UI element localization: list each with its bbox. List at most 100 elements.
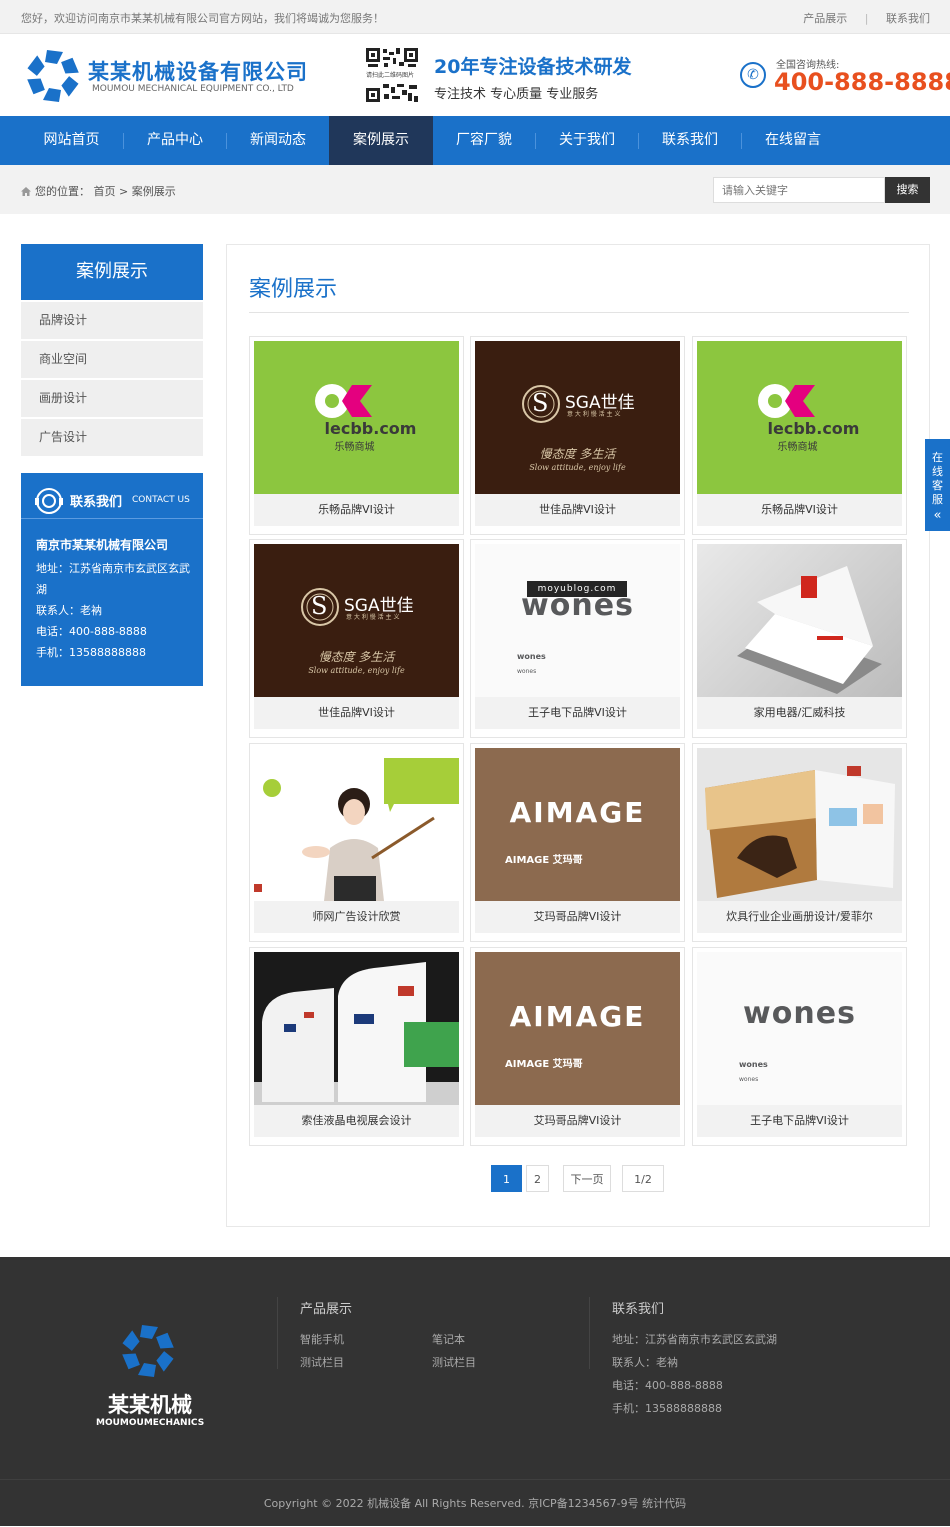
footer-gear-logo-icon <box>122 1325 174 1377</box>
horse-brochure-image <box>697 748 902 901</box>
site-logo[interactable]: 某某机械设备有限公司 MOUMOU MECHANICAL EQUIPMENT C… <box>24 46 324 106</box>
case-thumbnail[interactable]: S SGA世佳意 大 利 慢 活 主 义慢态度 多生活 Slow attitude,… <box>475 341 680 494</box>
case-caption[interactable]: 索佳液晶电视展会设计 <box>254 1105 459 1137</box>
case-thumbnail[interactable]: wones wones wones <box>697 952 902 1105</box>
top-link-contact[interactable]: 联系我们 <box>886 10 930 26</box>
case-caption[interactable]: 乐畅品牌VI设计 <box>254 494 459 526</box>
case-thumbnail[interactable]: lecbb.com 乐畅商城 <box>697 341 902 494</box>
contact-divider <box>21 518 203 519</box>
case-caption[interactable]: 艾玛哥品牌VI设计 <box>475 901 680 933</box>
case-card[interactable]: AIMAGE AIMAGE 艾玛哥 艾玛哥品牌VI设计 <box>470 743 685 942</box>
case-card[interactable]: S SGA世佳意 大 利 慢 活 主 义慢态度 多生活 Slow attitude,… <box>249 539 464 738</box>
sga-sub-text: 意 大 利 慢 活 主 义 <box>567 411 621 418</box>
case-card[interactable]: wones wones wones 王子电下品牌VI设计 <box>470 539 685 738</box>
case-caption[interactable]: 王子电下品牌VI设计 <box>697 1105 902 1137</box>
teacher-ad-image <box>254 748 459 901</box>
case-thumbnail[interactable] <box>254 748 459 901</box>
wones-small-text: wones <box>517 652 546 661</box>
case-thumbnail[interactable] <box>254 952 459 1105</box>
nav-item-contact[interactable]: 联系我们 <box>639 116 741 165</box>
aimage-text: AIMAGE <box>509 796 646 829</box>
wones-logo-image: wones wones wones <box>697 952 902 1105</box>
case-caption[interactable]: 师网广告设计欣赏 <box>254 901 459 933</box>
footer-link-notebook[interactable]: 笔记本 <box>432 1331 465 1347</box>
sidebar-title: 案例展示 <box>21 244 203 300</box>
search-box: 搜索 <box>713 177 930 203</box>
case-caption[interactable]: 家用电器/汇威科技 <box>697 697 902 729</box>
case-caption[interactable]: 乐畅品牌VI设计 <box>697 494 902 526</box>
welcome-text: 您好，欢迎访问南京市某某机械有限公司官方网站，我们将竭诚为您服务！ <box>21 12 384 25</box>
nav-item-home[interactable]: 网站首页 <box>20 116 123 165</box>
booth-image <box>254 952 459 1105</box>
nav-item-message[interactable]: 在线留言 <box>742 116 844 165</box>
contact-mobile: 手机：13588888888 <box>36 646 146 659</box>
qr-caption: 请扫此二维码图片 <box>366 72 415 79</box>
sidebar-item-album[interactable]: 画册设计 <box>21 380 203 417</box>
case-caption[interactable]: 王子电下品牌VI设计 <box>475 697 680 729</box>
nav-item-cases[interactable]: 案例展示 <box>329 116 433 165</box>
qr-code: 请扫此二维码图片 <box>366 48 420 102</box>
footer-link-test[interactable]: 测试栏目 <box>300 1354 344 1370</box>
nav-item-about[interactable]: 关于我们 <box>536 116 638 165</box>
case-card[interactable]: lecbb.com 乐畅商城乐畅品牌VI设计 <box>692 336 907 535</box>
case-card[interactable]: AIMAGE AIMAGE 艾玛哥 艾玛哥品牌VI设计 <box>470 947 685 1146</box>
sidebar-item-space[interactable]: 商业空间 <box>21 341 203 378</box>
case-card[interactable]: 家用电器/汇威科技 <box>692 539 907 738</box>
online-service-tab[interactable]: 在线客服 « <box>925 439 950 531</box>
case-thumbnail[interactable]: AIMAGE AIMAGE 艾玛哥 <box>475 748 680 901</box>
case-card[interactable]: wones wones wones 王子电下品牌VI设计 <box>692 947 907 1146</box>
sidebar-item-brand[interactable]: 品牌设计 <box>21 302 203 339</box>
case-thumbnail[interactable]: wones wones wones <box>475 544 680 697</box>
sidebar-item-ads[interactable]: 广告设计 <box>21 419 203 456</box>
company-name-en: MOUMOU MECHANICAL EQUIPMENT CO., LTD <box>92 84 294 94</box>
contact-address: 地址：江苏省南京市玄武区玄武湖 <box>36 562 190 596</box>
nav-item-news[interactable]: 新闻动态 <box>227 116 329 165</box>
lecbb-logo-image: lecbb.com 乐畅商城 <box>254 341 459 494</box>
next-page-button[interactable]: 下一页 <box>563 1165 611 1192</box>
case-caption[interactable]: 艾玛哥品牌VI设计 <box>475 1105 680 1137</box>
gear-logo-icon <box>27 50 79 102</box>
nav-item-factory[interactable]: 厂容厂貌 <box>433 116 535 165</box>
slogan: 20年专注设备技术研发 专注技术 专心质量 专业服务 <box>434 52 631 102</box>
case-card[interactable]: lecbb.com 乐畅商城 乐畅品牌VI设计 <box>249 336 464 535</box>
case-caption[interactable]: 世佳品牌VI设计 <box>475 494 680 526</box>
page-1-button[interactable]: 1 <box>491 1165 522 1192</box>
case-thumbnail[interactable] <box>697 544 902 697</box>
wones-logo-image: wones wones wones <box>475 544 680 697</box>
lecbb-logo-image: lecbb.com 乐畅商城 <box>697 341 902 494</box>
sga-logo-image: S SGA世佳意 大 利 慢 活 主 义慢态度 多生活 Slow attitude,… <box>254 544 459 697</box>
search-button[interactable]: 搜索 <box>885 177 930 203</box>
lecbb-cn-text: 乐畅商城 <box>334 442 375 453</box>
case-caption[interactable]: 世佳品牌VI设计 <box>254 697 459 729</box>
top-link-separator: | <box>864 12 869 25</box>
nav-item-products[interactable]: 产品中心 <box>124 116 226 165</box>
breadcrumb: 您的位置： 首页 > 案例展示 <box>21 183 176 199</box>
footer-divider <box>589 1297 590 1369</box>
footer-mobile: 手机：13588888888 <box>612 1402 722 1415</box>
search-input[interactable] <box>713 177 885 203</box>
case-card[interactable]: S SGA世佳意 大 利 慢 活 主 义慢态度 多生活 Slow attitude,… <box>470 336 685 535</box>
case-card[interactable]: 师网广告设计欣赏 <box>249 743 464 942</box>
contact-header: 联系我们 CONTACT US <box>33 487 203 515</box>
case-card[interactable]: 索佳液晶电视展会设计 <box>249 947 464 1146</box>
title-divider <box>249 312 909 313</box>
footer-link-test[interactable]: 测试栏目 <box>432 1354 476 1370</box>
lecbb-cn-text: 乐畅商城 <box>777 442 818 453</box>
page-2-button[interactable]: 2 <box>526 1165 549 1192</box>
case-thumbnail[interactable]: lecbb.com 乐畅商城 <box>254 341 459 494</box>
case-thumbnail[interactable] <box>697 748 902 901</box>
case-caption[interactable]: 炊具行业企业画册设计/爱菲尔 <box>697 901 902 933</box>
case-card[interactable]: 炊具行业企业画册设计/爱菲尔 <box>692 743 907 942</box>
case-content: 案例展示 lecbb.com 乐畅商城 乐畅品牌VI设计 S SGA世佳意 大 利 慢 … <box>226 244 930 1227</box>
case-thumbnail[interactable]: AIMAGE AIMAGE 艾玛哥 <box>475 952 680 1105</box>
aimage-logo-image: AIMAGE AIMAGE 艾玛哥 <box>475 952 680 1105</box>
breadcrumb-current[interactable]: 案例展示 <box>132 185 176 198</box>
slogan-sub: 专注技术 专心质量 专业服务 <box>434 87 599 102</box>
top-link-products[interactable]: 产品展示 <box>803 10 847 26</box>
footer-person: 联系人：老衲 <box>612 1356 678 1369</box>
case-thumbnail[interactable]: S SGA世佳意 大 利 慢 活 主 义慢态度 多生活 Slow attitude,… <box>254 544 459 697</box>
footer-link-phone[interactable]: 智能手机 <box>300 1331 344 1347</box>
breadcrumb-home[interactable]: 首页 <box>94 185 116 198</box>
aimage-logo-image: AIMAGE AIMAGE 艾玛哥 <box>475 748 680 901</box>
lecbb-text: lecbb.com <box>767 419 860 438</box>
